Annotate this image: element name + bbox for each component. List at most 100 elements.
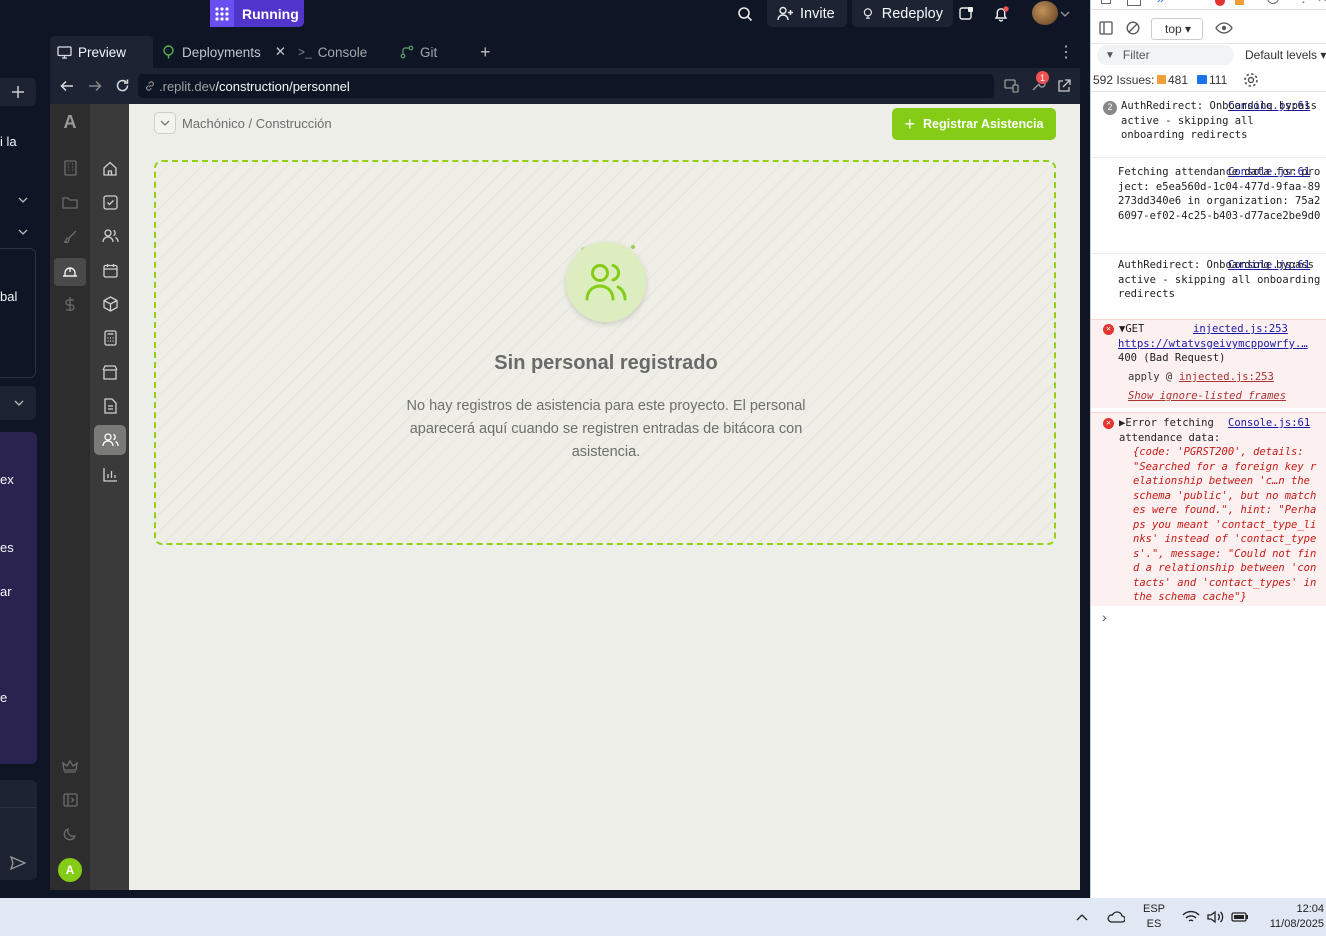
search-icon[interactable] (737, 0, 755, 27)
clock[interactable]: 12:04 11/08/2025 (1262, 898, 1326, 936)
request-method[interactable]: ▼GET (1119, 322, 1144, 337)
onedrive-cloud-icon[interactable] (1107, 898, 1125, 936)
chevron-down-icon[interactable] (18, 190, 28, 208)
run-button[interactable]: Running (210, 0, 304, 27)
inspect-icon[interactable] (1101, 0, 1111, 4)
clock-date: 11/08/2025 (1269, 918, 1324, 930)
source-link[interactable]: injected.js:253 (1193, 322, 1288, 337)
chevron-down-icon[interactable] (1060, 0, 1072, 27)
agent-message: ex es ar e (0, 432, 37, 764)
filter-input[interactable]: ▼ Filter (1097, 45, 1234, 65)
invite-button[interactable]: Invite (767, 0, 847, 27)
wifi-icon[interactable] (1182, 898, 1200, 936)
warning-icon (1157, 75, 1166, 84)
source-link[interactable]: Console.js:61 (1228, 416, 1310, 431)
live-expression-eye-icon[interactable] (1215, 22, 1233, 34)
checkbox-icon[interactable] (94, 187, 126, 217)
warning-issue-count[interactable]: 481 (1168, 73, 1188, 87)
windows-taskbar: ESP ES 12:04 11/08/2025 (0, 898, 1326, 936)
sidebar-toggle-icon[interactable] (58, 788, 82, 812)
console-log-entry: Console.js:61 Fetching attendance data f… (1091, 164, 1326, 254)
request-url[interactable]: https://wtatvsgeivymcppowrfy.… (1118, 337, 1323, 352)
close-icon[interactable]: ✕ (275, 44, 286, 60)
error-count-icon[interactable] (1215, 0, 1225, 6)
url-domain: .replit.dev (159, 78, 216, 94)
forward-arrow-icon[interactable] (88, 79, 102, 93)
home-icon[interactable] (94, 153, 126, 183)
open-external-icon[interactable] (1057, 79, 1071, 93)
bar-chart-icon[interactable] (94, 459, 126, 489)
register-attendance-button[interactable]: + Registrar Asistencia (892, 108, 1056, 140)
calendar-icon[interactable] (94, 255, 126, 285)
chat-input[interactable] (0, 780, 37, 880)
error-title[interactable]: ▶Error fetching attendance data: (1119, 416, 1227, 445)
store-icon[interactable] (94, 357, 126, 387)
empty-state-title: Sin personal registrado (494, 352, 718, 374)
tab-preview[interactable]: Preview (50, 36, 153, 68)
filter-icon: ▼ (1105, 49, 1115, 61)
console-prompt[interactable]: › (1091, 608, 1326, 628)
redeploy-button[interactable]: Redeploy (852, 0, 953, 27)
users-icon[interactable] (94, 221, 126, 251)
more-tabs-icon[interactable]: » (1157, 0, 1164, 6)
chevron-up-icon[interactable] (1076, 898, 1088, 936)
close-icon[interactable]: ✕ (1317, 0, 1326, 6)
folder-icon[interactable] (58, 190, 82, 214)
chevron-down-icon[interactable] (18, 222, 28, 240)
tab-deployments[interactable]: Deployments ✕ (162, 36, 292, 68)
more-options-icon[interactable]: ⋮ (1297, 0, 1310, 6)
volume-icon[interactable] (1207, 898, 1225, 936)
panel-select[interactable] (0, 386, 36, 420)
warning-count-icon[interactable] (1235, 0, 1244, 5)
devices-icon[interactable] (1004, 79, 1019, 93)
chevron-down-icon[interactable] (154, 112, 176, 134)
brush-icon[interactable] (58, 224, 82, 248)
more-options-icon[interactable]: ⋮ (1058, 36, 1074, 68)
module-rail (90, 104, 129, 890)
user-avatar[interactable]: A (58, 858, 82, 882)
calculator-icon[interactable] (94, 323, 126, 353)
add-tab-icon[interactable]: + (480, 36, 500, 68)
sidebar-icon[interactable] (1099, 21, 1113, 35)
url-input[interactable]: .replit.dev/construction/personnel (138, 74, 994, 98)
terminal-icon: >_ (298, 45, 312, 59)
crown-icon[interactable] (58, 754, 82, 778)
preview-toolbar: .replit.dev/construction/personnel 1 (50, 68, 1080, 104)
device-toggle-icon[interactable] (1127, 0, 1141, 6)
settings-gear-icon[interactable] (1267, 0, 1279, 4)
tab-git[interactable]: Git (400, 36, 460, 68)
battery-icon[interactable] (1231, 898, 1249, 936)
notifications-bell-icon[interactable] (993, 0, 1013, 27)
console-log-entry: Console.js:61 AuthRedirect: Onboarding b… (1091, 257, 1326, 317)
info-issue-count[interactable]: 111 (1209, 73, 1227, 87)
personnel-icon[interactable] (94, 425, 126, 455)
error-object[interactable]: {code: 'PGRST200', details: "Searched fo… (1133, 445, 1321, 605)
user-avatar[interactable] (1032, 1, 1058, 25)
devtools-tabs: » ⋮ ✕ (1091, 0, 1326, 10)
dark-mode-moon-icon[interactable] (58, 822, 82, 846)
settings-gear-icon[interactable] (1243, 72, 1259, 88)
stack-source-link[interactable]: injected.js:253 (1179, 370, 1274, 385)
package-icon[interactable] (94, 289, 126, 319)
workspace-rail: A A (50, 104, 90, 890)
clear-console-icon[interactable] (1126, 21, 1140, 35)
tab-label: Preview (78, 44, 127, 60)
workspace-icon[interactable] (959, 0, 977, 27)
devtools-wrench-icon[interactable]: 1 (1030, 71, 1049, 95)
building-icon[interactable] (58, 156, 82, 180)
new-chat-button[interactable] (0, 78, 36, 106)
log-levels-select[interactable]: Default levels ▾ (1245, 48, 1326, 62)
dollar-icon[interactable] (58, 292, 82, 316)
language-indicator[interactable]: ESP ES (1143, 898, 1165, 936)
show-ignored-frames-link[interactable]: Show ignore-listed frames (1128, 389, 1286, 404)
tab-console[interactable]: >_ Console (298, 36, 388, 68)
back-arrow-icon[interactable] (60, 79, 74, 93)
document-icon[interactable] (94, 391, 126, 421)
context-select[interactable]: top ▾ (1151, 18, 1203, 40)
empty-state-description: No hay registros de asistencia para este… (406, 398, 806, 460)
response-status: 400 (Bad Request) (1118, 352, 1226, 364)
language-code: ESP (1143, 903, 1166, 915)
construction-helmet-icon[interactable] (54, 258, 86, 286)
reload-icon[interactable] (115, 78, 130, 93)
send-icon[interactable] (10, 856, 26, 870)
